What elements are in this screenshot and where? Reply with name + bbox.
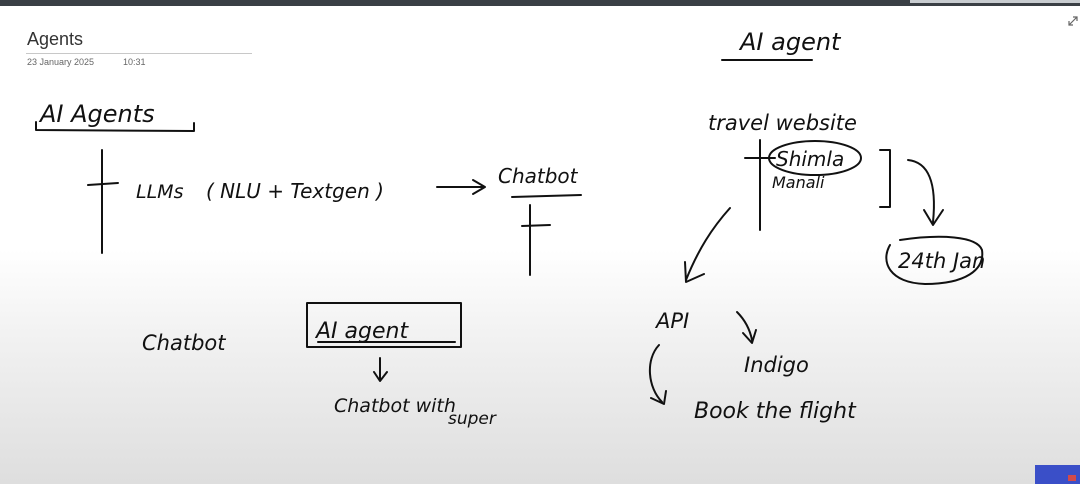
ink-chatbot-with: Chatbot with [334, 395, 456, 417]
tree-branch-left [87, 182, 119, 186]
ink-travel-website: travel website [708, 111, 857, 135]
ink-api: API [654, 309, 689, 333]
ink-heading: AI Agents [38, 100, 155, 128]
ink-manali: Manali [772, 173, 825, 192]
ink-indigo: Indigo [744, 353, 809, 377]
video-thumbnail[interactable] [1035, 465, 1080, 484]
arrow-to-book [648, 344, 667, 405]
arrow-to-chatbot [436, 179, 486, 195]
destinations-bracket [879, 149, 891, 208]
thumbnail-dot [1068, 475, 1076, 481]
ink-shimla: Shimla [776, 147, 844, 171]
ink-super: super [448, 409, 497, 429]
arrow-to-chatbot-super [373, 357, 388, 382]
chatbot-underline [511, 194, 582, 198]
ink-chatbot-bottom: Chatbot [142, 331, 226, 355]
ink-nlu-textgen: ( NLU + Textgen ) [206, 179, 384, 203]
arrow-to-indigo [736, 311, 757, 344]
ink-date-24jan: 24th Jan [898, 249, 985, 273]
handwritten-ink-canvas: AI Agents LLMs ( NLU + Textgen ) Chatbot… [35, 28, 985, 429]
ink-chatbot-top: Chatbot [498, 164, 579, 188]
chatbot-branch [521, 224, 551, 227]
ink-llms: LLMs [136, 181, 184, 203]
ink-ai-agent-top: AI agent [738, 28, 842, 56]
ink-ai-agent-box: AI agent [314, 319, 409, 344]
arrow-to-api [684, 207, 731, 283]
arrow-to-date [907, 159, 944, 226]
ink-book-flight: Book the flight [694, 399, 857, 424]
